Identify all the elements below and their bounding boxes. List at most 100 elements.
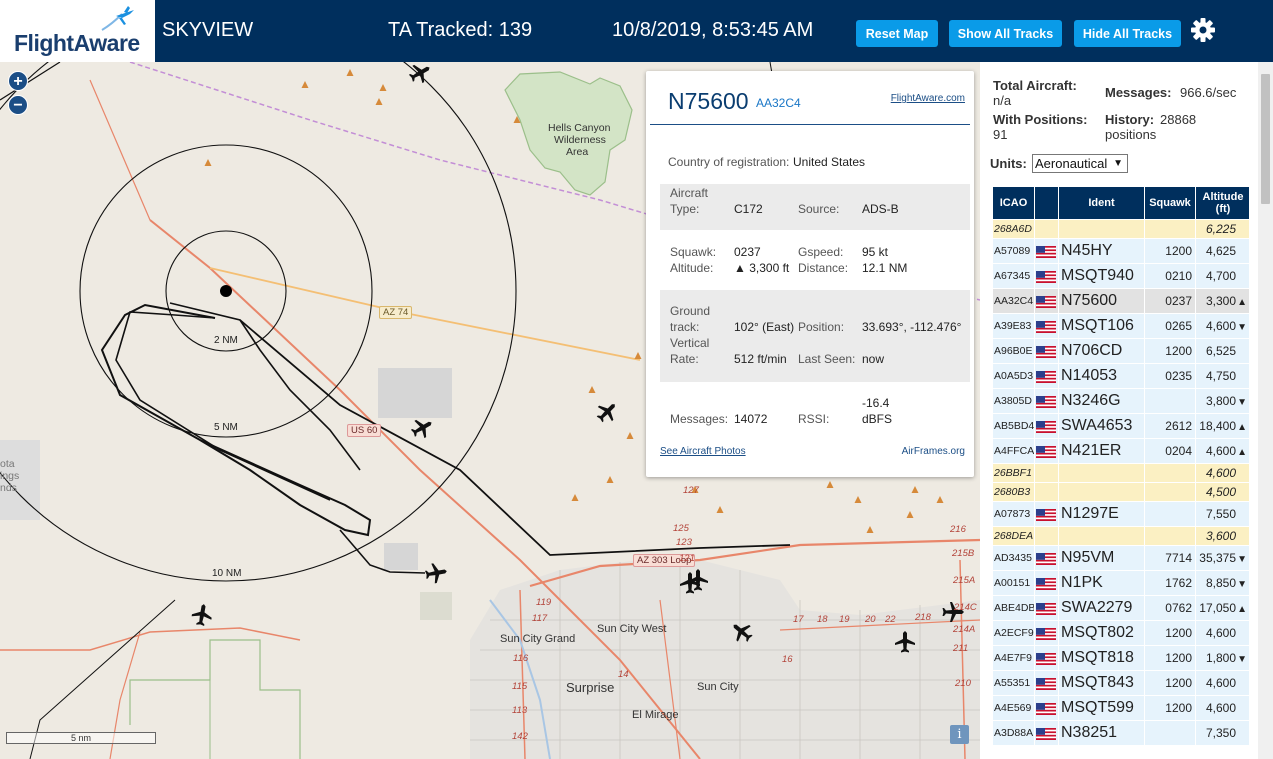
altitude-value: 3,300	[1205, 294, 1236, 308]
gear-icon[interactable]	[1190, 17, 1216, 43]
squawk-label: Squawk:	[670, 245, 717, 259]
altitude-trend-icon: ▼	[1237, 397, 1247, 408]
cell-altitude: 3,300▲	[1196, 289, 1249, 313]
units-label: Units:	[990, 156, 1027, 171]
table-row[interactable]: 2680B3 4,500	[993, 483, 1249, 501]
table-row[interactable]: A0A5D3 N14053 0235 4,750	[993, 364, 1249, 388]
cell-icao: A39E83	[993, 314, 1034, 338]
column-header-squawk[interactable]: Squawk	[1145, 187, 1195, 219]
table-row[interactable]: A3D88A N38251 7,350	[993, 721, 1249, 745]
show-all-tracks-button[interactable]: Show All Tracks	[949, 20, 1062, 47]
route-number: 115	[512, 681, 528, 692]
table-row[interactable]: A67345 MSQT940 0210 4,700	[993, 264, 1249, 288]
map-canvas[interactable]: + − Hells Canyon Wilderness Area Sun Cit…	[0, 62, 980, 759]
route-number: 125	[673, 523, 689, 534]
altitude-value: 4,600	[1205, 466, 1236, 480]
vertical-scrollbar-thumb[interactable]	[1261, 74, 1270, 204]
route-number: 214A	[953, 624, 976, 635]
table-row[interactable]: A39E83 MSQT106 0265 4,600▼	[993, 314, 1249, 338]
column-header-icao[interactable]: ICAO	[993, 187, 1034, 219]
cell-icao: 268DEA	[993, 527, 1034, 545]
cell-ident: N3246G	[1059, 389, 1144, 413]
altitude-trend-icon: ▼	[1237, 579, 1247, 590]
units-select[interactable]: Aeronautical ▼	[1032, 154, 1128, 173]
units-select-value: Aeronautical	[1035, 156, 1108, 171]
squawk-value: 0237	[734, 245, 761, 259]
route-number: 215A	[953, 575, 976, 586]
us-flag-icon	[1036, 270, 1056, 283]
airframes-link[interactable]: AirFrames.org	[902, 446, 965, 457]
table-row[interactable]: A55351 MSQT843 1200 4,600	[993, 671, 1249, 695]
altitude-value: 4,500	[1205, 485, 1236, 499]
cell-flag	[1035, 220, 1058, 238]
zoom-in-button[interactable]: +	[8, 71, 28, 91]
history-value: 28868	[1160, 112, 1197, 127]
reset-map-button[interactable]: Reset Map	[856, 20, 938, 47]
cell-ident: MSQT599	[1059, 696, 1144, 720]
cell-flag	[1035, 439, 1058, 463]
altitude-trend-icon: ▼	[1237, 322, 1247, 333]
table-row[interactable]: AA32C4 N75600 0237 3,300▲	[993, 289, 1249, 313]
cell-flag	[1035, 621, 1058, 645]
column-header-ident[interactable]: Ident	[1059, 187, 1144, 219]
table-row[interactable]: A2ECF9 MSQT802 1200 4,600	[993, 621, 1249, 645]
altitude-value: 6,225	[1205, 222, 1236, 236]
table-row[interactable]: AB5BD4 SWA4653 2612 18,400▲	[993, 414, 1249, 438]
cell-flag	[1035, 646, 1058, 670]
zoom-out-button[interactable]: −	[8, 95, 28, 115]
cell-altitude: 4,600	[1196, 671, 1249, 695]
altitude-trend-icon: ▼	[1237, 554, 1247, 565]
info-button[interactable]: i	[950, 725, 969, 744]
table-row[interactable]: 26BBF1 4,600	[993, 464, 1249, 482]
flightaware-logo[interactable]: FlightAware	[0, 0, 155, 62]
cell-squawk: 7714	[1145, 546, 1195, 570]
table-row[interactable]: A07873 N1297E 7,550	[993, 502, 1249, 526]
cell-altitude: 4,700	[1196, 264, 1249, 288]
table-row[interactable]: A00151 N1PK 1762 8,850▼	[993, 571, 1249, 595]
cell-icao: A2ECF9	[993, 621, 1034, 645]
altitude-trend-icon: ▲	[1237, 297, 1247, 308]
cell-altitude: 4,600▼	[1196, 314, 1249, 338]
column-header-altitude[interactable]: Altitude (ft)	[1196, 187, 1249, 219]
place-label: ota	[0, 458, 15, 470]
table-row[interactable]: A4E7F9 MSQT818 1200 1,800▼	[993, 646, 1249, 670]
cell-icao: A0A5D3	[993, 364, 1034, 388]
country-row: Country of registration: United States	[660, 155, 970, 171]
cell-altitude: 3,600	[1196, 527, 1249, 545]
table-row[interactable]: A4E569 MSQT599 1200 4,600	[993, 696, 1249, 720]
us-flag-icon	[1036, 370, 1056, 383]
cell-squawk: 2612	[1145, 414, 1195, 438]
cell-flag	[1035, 671, 1058, 695]
table-row[interactable]: A3805D N3246G 3,800▼	[993, 389, 1249, 413]
table-row[interactable]: AD3435 N95VM 7714 35,375▼	[993, 546, 1249, 570]
aircraft-type-value: C172	[734, 202, 763, 216]
cell-squawk	[1145, 220, 1195, 238]
cell-squawk: 1200	[1145, 339, 1195, 363]
table-row[interactable]: ABE4DB SWA2279 0762 17,050▲	[993, 596, 1249, 620]
scale-bar: 5 nm	[6, 732, 156, 744]
altitude-value: 3,600	[1205, 529, 1236, 543]
aircraft-table: ICAO Ident Squawk Altitude (ft) 268A6D 6,…	[992, 186, 1249, 746]
column-header-flag[interactable]	[1035, 187, 1058, 219]
table-row[interactable]: 268DEA 3,600	[993, 527, 1249, 545]
aircraft-table-container[interactable]: ICAO Ident Squawk Altitude (ft) 268A6D 6,…	[992, 186, 1249, 751]
table-row[interactable]: A96B0E N706CD 1200 6,525	[993, 339, 1249, 363]
table-row[interactable]: A4FFCA N421ER 0204 4,600▲	[993, 439, 1249, 463]
cell-ident: MSQT106	[1059, 314, 1144, 338]
cell-altitude: 8,850▼	[1196, 571, 1249, 595]
hide-all-tracks-button[interactable]: Hide All Tracks	[1074, 20, 1181, 47]
flightaware-link[interactable]: FlightAware.com	[891, 93, 965, 104]
popup-registration: N75600	[668, 88, 749, 114]
ring-label-10nm: 10 NM	[212, 568, 242, 579]
table-row[interactable]: A57089 N45HY 1200 4,625	[993, 239, 1249, 263]
aircraft-photos-link[interactable]: See Aircraft Photos	[660, 446, 746, 457]
cell-altitude: 4,600	[1196, 696, 1249, 720]
ta-tracked-count: TA Tracked: 139	[388, 19, 533, 41]
country-value: United States	[793, 155, 866, 169]
table-row[interactable]: 268A6D 6,225	[993, 220, 1249, 238]
cell-ident: N421ER	[1059, 439, 1144, 463]
ground-track-label-2: track:	[670, 320, 700, 334]
cell-altitude: 7,350	[1196, 721, 1249, 745]
altitude-value: 3,800	[1205, 394, 1236, 408]
cell-altitude: 35,375▼	[1196, 546, 1249, 570]
